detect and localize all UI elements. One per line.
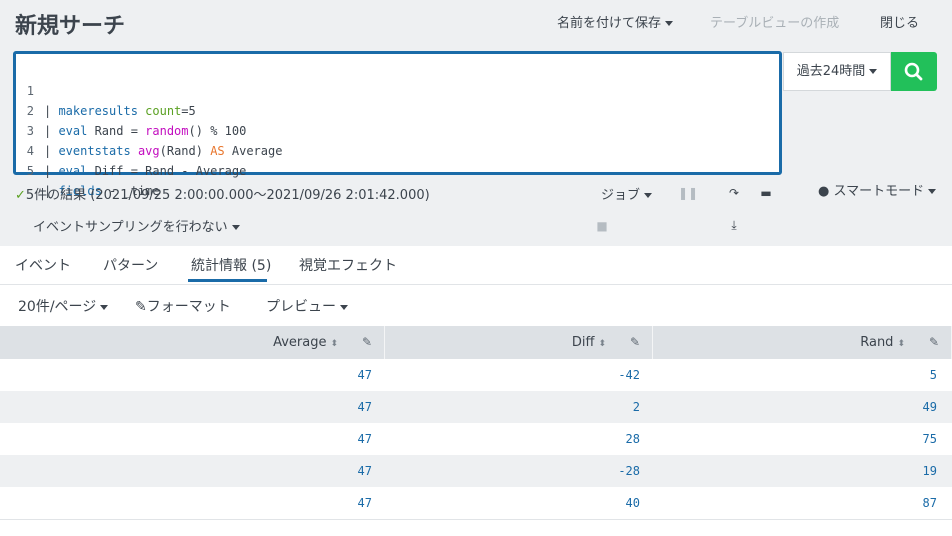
code-line: 1 | makeresults count=5	[16, 61, 196, 118]
job-menu[interactable]: ジョブ	[601, 184, 653, 203]
column-label: Rand	[860, 335, 894, 350]
table-footer-spacer	[0, 519, 952, 536]
search-icon	[904, 62, 923, 81]
table-cell[interactable]: 5	[653, 359, 937, 391]
search-mode-menu[interactable]: ● スマートモード	[818, 182, 938, 202]
chevron-down-icon	[928, 189, 937, 194]
job-label: ジョブ	[601, 188, 641, 203]
export-icon[interactable]: ⤓	[726, 218, 742, 233]
code-line: 2 | eval Rand = random() % 100	[16, 81, 247, 138]
pencil-icon[interactable]: ✎	[362, 326, 372, 359]
table-cell[interactable]: 87	[653, 487, 937, 519]
chevron-down-icon	[665, 21, 674, 26]
table-body: 47 -42 5 47 2 49 47 28 75 47 -28 19 47 4…	[0, 359, 952, 519]
sampling-menu[interactable]: イベントサンプリングを行わない	[33, 216, 240, 235]
chevron-down-icon	[644, 193, 653, 198]
chevron-down-icon	[869, 69, 878, 74]
per-page-label: 20件/ページ	[18, 299, 97, 315]
pause-icon[interactable]: ❚❚	[678, 186, 698, 200]
column-label: Diff	[571, 335, 595, 350]
search-mode-label: スマートモード	[833, 184, 925, 199]
check-icon: ✓	[15, 188, 26, 203]
results-summary: 5件の結果 (2021/09/25 2:00:00.000〜2021/09/26…	[25, 188, 430, 203]
pencil-icon[interactable]: ✎	[630, 326, 640, 359]
print-icon[interactable]: ▬	[758, 186, 774, 200]
sampling-label: イベントサンプリングを行わない	[33, 220, 228, 235]
column-header-rand[interactable]: Rand ⬍ ✎	[653, 326, 952, 359]
table-row: 47 -42 5	[0, 359, 952, 391]
create-table-view-button[interactable]: テーブルビューの作成	[710, 12, 839, 31]
table-cell[interactable]: 49	[653, 391, 937, 423]
table-cell[interactable]: 28	[385, 423, 640, 455]
preview-label: プレビュー	[266, 299, 336, 315]
pencil-icon: ✎	[135, 299, 147, 315]
share-icon[interactable]: ↷	[726, 186, 742, 200]
table-cell[interactable]: 47	[0, 423, 372, 455]
code-line: 5 | fields - _time	[16, 141, 160, 198]
results-status: ✓5件の結果 (2021/09/25 2:00:00.000〜2021/09/2…	[15, 184, 430, 203]
code-line: 3 | eventstats avg(Rand) AS Average	[16, 101, 283, 158]
table-cell[interactable]: 19	[653, 455, 937, 487]
table-row: 47 28 75	[0, 423, 952, 455]
chevron-down-icon	[100, 304, 109, 310]
lightbulb-icon: ●	[818, 184, 830, 199]
active-tab-indicator	[188, 279, 267, 282]
results-toolbar: 20件/ページ ✎フォーマット プレビュー	[0, 285, 952, 326]
table-row: 47 40 87	[0, 487, 952, 519]
per-page-menu[interactable]: 20件/ページ	[18, 296, 109, 316]
stop-icon[interactable]: ■	[594, 219, 610, 233]
table-row: 47 2 49	[0, 391, 952, 423]
results-tabs: イベント パターン 統計情報 (5) 視覚エフェクト	[0, 246, 952, 285]
search-button[interactable]	[891, 52, 937, 91]
sort-icon[interactable]: ⬍	[330, 339, 338, 349]
pencil-icon[interactable]: ✎	[929, 326, 939, 359]
table-cell[interactable]: 47	[0, 455, 372, 487]
tab-statistics[interactable]: 統計情報 (5)	[191, 255, 271, 275]
table-cell[interactable]: 47	[0, 487, 372, 519]
column-header-diff[interactable]: Diff ⬍ ✎	[385, 326, 653, 359]
column-label: Average	[273, 335, 327, 350]
table-cell[interactable]: -42	[385, 359, 640, 391]
chevron-down-icon	[231, 225, 240, 230]
preview-menu[interactable]: プレビュー	[266, 296, 348, 316]
time-range-picker[interactable]: 過去24時間	[783, 52, 891, 91]
table-cell[interactable]: -28	[385, 455, 640, 487]
chevron-down-icon	[340, 304, 348, 310]
table-cell[interactable]: 75	[653, 423, 937, 455]
tab-patterns[interactable]: パターン	[103, 255, 158, 275]
sort-icon[interactable]: ⬍	[598, 339, 606, 349]
format-label: フォーマット	[146, 299, 231, 315]
table-row: 47 -28 19	[0, 455, 952, 487]
save-as-label: 名前を付けて保存	[557, 16, 662, 31]
table-cell[interactable]: 47	[0, 359, 372, 391]
table-header: Average ⬍ ✎ Diff ⬍ ✎ Rand ⬍ ✎	[0, 326, 952, 359]
page-title: 新規サーチ	[15, 14, 126, 39]
time-range-label: 過去24時間	[796, 64, 866, 79]
tab-visualization[interactable]: 視覚エフェクト	[299, 255, 397, 275]
table-cell[interactable]: 2	[385, 391, 640, 423]
table-cell[interactable]: 47	[0, 391, 372, 423]
line-number: 5	[26, 164, 34, 178]
format-menu[interactable]: ✎フォーマット	[135, 296, 231, 316]
code-line: 4 | eval Diff = Rand - Average	[16, 121, 247, 178]
save-as-menu[interactable]: 名前を付けて保存	[557, 12, 674, 31]
close-button[interactable]: 閉じる	[880, 12, 919, 31]
sort-icon[interactable]: ⬍	[897, 339, 905, 349]
header: 新規サーチ 名前を付けて保存 テーブルビューの作成 閉じる	[0, 0, 952, 46]
column-header-average[interactable]: Average ⬍ ✎	[0, 326, 385, 359]
tab-events[interactable]: イベント	[15, 255, 71, 275]
search-editor[interactable]: 1 | makeresults count=5 2 | eval Rand = …	[13, 51, 782, 198]
table-cell[interactable]: 40	[385, 487, 640, 519]
